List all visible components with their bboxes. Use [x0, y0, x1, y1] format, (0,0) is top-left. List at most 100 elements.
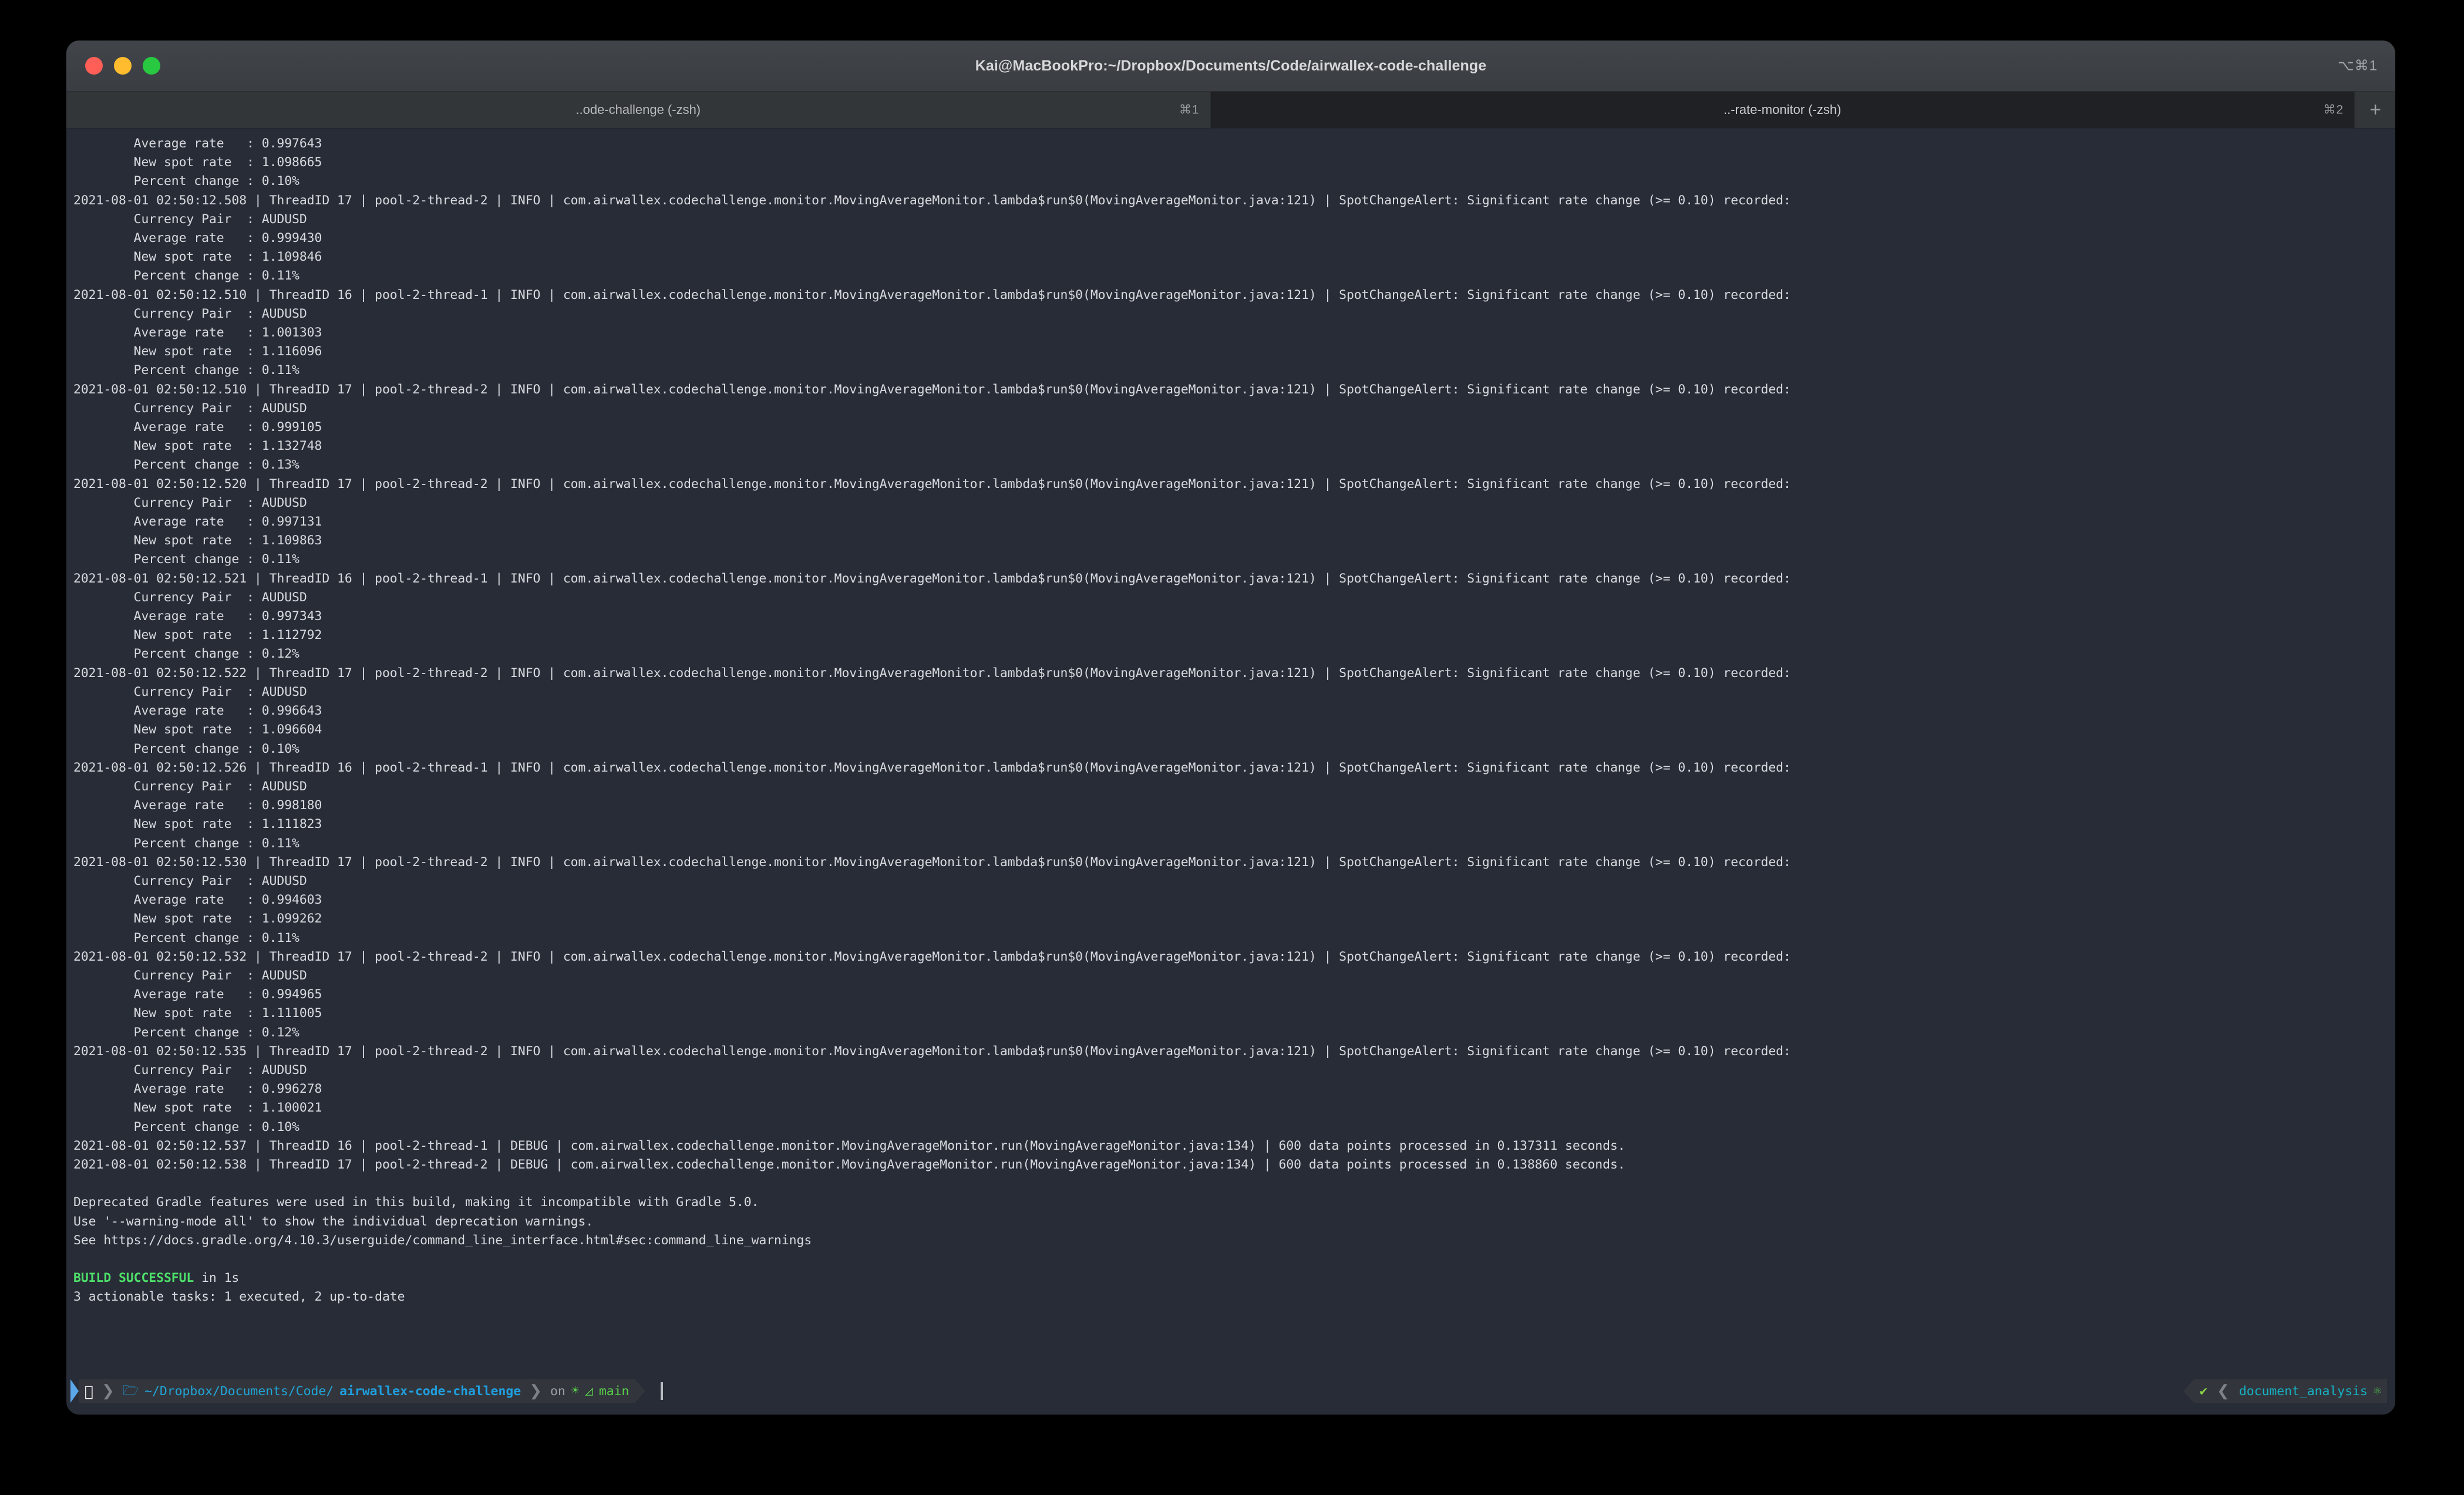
terminal-window: Kai@MacBookPro:~/Dropbox/Documents/Code/…: [66, 41, 2395, 1415]
log-line: 2021-08-01 02:50:12.526 | ThreadID 16 | …: [73, 759, 2395, 777]
log-line: 2021-08-01 02:50:12.520 | ThreadID 17 | …: [73, 475, 2395, 494]
prompt-right-segments: ✔ ❮ document_analysis ⚛: [2183, 1379, 2387, 1403]
prompt-segment-end-icon: [635, 1379, 645, 1403]
log-line: Percent change : 0.13%: [73, 456, 2395, 474]
log-line: 2021-08-01 02:50:12.530 | ThreadID 17 | …: [73, 853, 2395, 872]
log-line: Average rate : 1.001303: [73, 324, 2395, 342]
minimize-window-button[interactable]: [114, 57, 132, 75]
log-line: New spot rate : 1.111005: [73, 1004, 2395, 1023]
log-output: Average rate : 0.997643 New spot rate : …: [66, 134, 2395, 1307]
new-tab-button[interactable]: +: [2355, 92, 2395, 128]
log-line: Percent change : 0.12%: [73, 645, 2395, 664]
log-line: New spot rate : 1.099262: [73, 910, 2395, 928]
log-line: 2021-08-01 02:50:12.508 | ThreadID 17 | …: [73, 191, 2395, 210]
log-line: Currency Pair : AUDUSD: [73, 494, 2395, 513]
prompt-arrow-icon: [70, 1379, 79, 1403]
log-line: Currency Pair : AUDUSD: [73, 210, 2395, 229]
status-check-icon: ✔: [2200, 1384, 2207, 1399]
log-line: New spot rate : 1.109863: [73, 531, 2395, 550]
apple-logo-icon: : [85, 1384, 93, 1399]
log-line: New spot rate : 1.132748: [73, 437, 2395, 456]
log-line: New spot rate : 1.116096: [73, 342, 2395, 361]
log-line: 2021-08-01 02:50:12.535 | ThreadID 17 | …: [73, 1042, 2395, 1061]
log-line: Percent change : 0.12%: [73, 1023, 2395, 1042]
log-line: 2021-08-01 02:50:12.521 | ThreadID 16 | …: [73, 570, 2395, 588]
log-line: 2021-08-01 02:50:12.537 | ThreadID 16 | …: [73, 1137, 2395, 1156]
log-line: New spot rate : 1.111823: [73, 815, 2395, 834]
window-shortcut-hint: ⌥⌘1: [2338, 58, 2378, 75]
log-line: Currency Pair : AUDUSD: [73, 683, 2395, 702]
log-line: 2021-08-01 02:50:12.510 | ThreadID 16 | …: [73, 286, 2395, 305]
log-line: New spot rate : 1.112792: [73, 626, 2395, 645]
log-line: Average rate : 0.994965: [73, 985, 2395, 1004]
log-line: Currency Pair : AUDUSD: [73, 399, 2395, 418]
log-line: 2021-08-01 02:50:12.510 | ThreadID 17 | …: [73, 381, 2395, 399]
text-cursor: [661, 1382, 663, 1400]
build-status-text: BUILD SUCCESSFUL: [73, 1271, 194, 1285]
chevron-left-icon: ❮: [2213, 1382, 2233, 1400]
log-line: 2021-08-01 02:50:12.532 | ThreadID 17 | …: [73, 948, 2395, 967]
log-line: Currency Pair : AUDUSD: [73, 305, 2395, 324]
log-line: Average rate : 0.998180: [73, 796, 2395, 815]
prompt-left-segments:  ❯ 🗁 ~/Dropbox/Documents/Code/airwallex…: [69, 1379, 663, 1403]
git-branch-icon: ◿: [585, 1385, 593, 1398]
tab-label: ..ode-challenge (-zsh): [575, 102, 701, 117]
log-line: Percent change : 0.10%: [73, 1118, 2395, 1137]
log-line: Average rate : 0.997131: [73, 513, 2395, 531]
log-line: Percent change : 0.10%: [73, 740, 2395, 759]
window-title: Kai@MacBookPro:~/Dropbox/Documents/Code/…: [66, 58, 2395, 75]
prompt-path-repo: airwallex-code-challenge: [339, 1384, 521, 1399]
build-status-line: BUILD SUCCESSFUL in 1s: [73, 1269, 2395, 1288]
build-duration-text: in 1s: [194, 1271, 239, 1285]
log-line: Currency Pair : AUDUSD: [73, 588, 2395, 607]
log-line: Percent change : 0.11%: [73, 929, 2395, 948]
log-line: Percent change : 0.11%: [73, 267, 2395, 285]
log-line: Percent change : 0.11%: [73, 834, 2395, 853]
log-line: Percent change : 0.11%: [73, 550, 2395, 569]
log-line: Average rate : 0.994603: [73, 891, 2395, 910]
log-line: See https://docs.gradle.org/4.10.3/userg…: [73, 1231, 2395, 1250]
tab-shortcut: ⌘2: [2323, 103, 2344, 117]
log-line: Average rate : 0.999430: [73, 229, 2395, 248]
python-logo-icon: ⚛: [2374, 1385, 2381, 1398]
tab-rate-monitor[interactable]: ..-rate-monitor (-zsh) ⌘2: [1211, 92, 2355, 128]
log-blank-line: [73, 1174, 2395, 1193]
prompt-branch-name: main: [599, 1384, 630, 1399]
github-octocat-icon: ☀: [571, 1385, 579, 1398]
log-line: Currency Pair : AUDUSD: [73, 777, 2395, 796]
close-window-button[interactable]: [85, 57, 103, 75]
log-line: New spot rate : 1.100021: [73, 1099, 2395, 1117]
prompt-path-prefix: ~/Dropbox/Documents/Code/: [144, 1384, 334, 1399]
title-bar: Kai@MacBookPro:~/Dropbox/Documents/Code/…: [66, 41, 2395, 92]
tab-label: ..-rate-monitor (-zsh): [1724, 102, 1841, 117]
log-line: Currency Pair : AUDUSD: [73, 872, 2395, 891]
maximize-window-button[interactable]: [143, 57, 160, 75]
log-line: Currency Pair : AUDUSD: [73, 967, 2395, 985]
prompt-right-start-icon: [2183, 1379, 2194, 1403]
prompt-on-label: on: [550, 1384, 565, 1399]
tab-bar: ..ode-challenge (-zsh) ⌘1 ..-rate-monito…: [66, 92, 2395, 129]
log-line: New spot rate : 1.096604: [73, 720, 2395, 739]
log-line: New spot rate : 1.109846: [73, 248, 2395, 267]
tab-shortcut: ⌘1: [1179, 103, 1200, 117]
traffic-lights: [85, 57, 160, 75]
log-line: Percent change : 0.10%: [73, 172, 2395, 191]
prompt-segment-path:  ❯ 🗁 ~/Dropbox/Documents/Code/airwallex…: [79, 1379, 635, 1403]
log-line: Currency Pair : AUDUSD: [73, 1061, 2395, 1080]
chevron-right-icon: ❯: [527, 1382, 544, 1400]
log-line: Average rate : 0.996643: [73, 702, 2395, 720]
chevron-right-icon: ❯: [99, 1382, 117, 1400]
prompt-segment-venv: ✔ ❮ document_analysis ⚛: [2194, 1379, 2387, 1403]
log-line: Average rate : 0.997343: [73, 607, 2395, 626]
tab-code-challenge[interactable]: ..ode-challenge (-zsh) ⌘1: [66, 92, 1211, 128]
folder-icon: 🗁: [123, 1385, 139, 1398]
tasks-summary-line: 3 actionable tasks: 1 executed, 2 up-to-…: [73, 1288, 2395, 1307]
terminal-body[interactable]: Average rate : 0.997643 New spot rate : …: [66, 129, 2395, 1415]
log-line: 2021-08-01 02:50:12.538 | ThreadID 17 | …: [73, 1156, 2395, 1174]
log-line: New spot rate : 1.098665: [73, 153, 2395, 172]
log-line: Use '--warning-mode all' to show the ind…: [73, 1213, 2395, 1231]
prompt-line[interactable]:  ❯ 🗁 ~/Dropbox/Documents/Code/airwallex…: [66, 1379, 2395, 1403]
prompt-venv-name: document_analysis: [2239, 1384, 2368, 1399]
log-line: Percent change : 0.11%: [73, 361, 2395, 380]
log-line: Average rate : 0.999105: [73, 418, 2395, 437]
